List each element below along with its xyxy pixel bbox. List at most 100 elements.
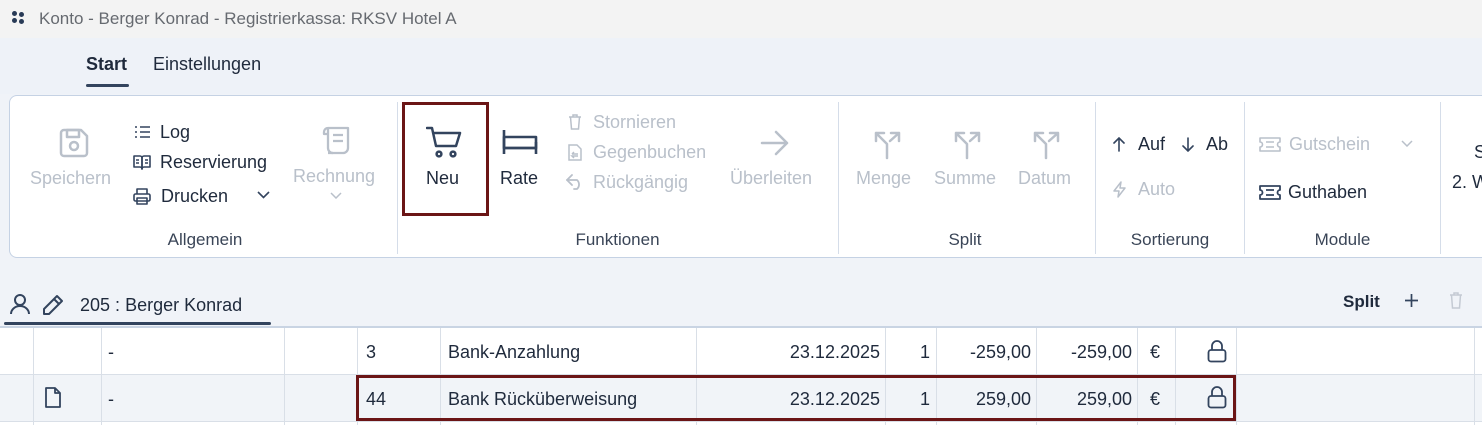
ribbon-separator [1440, 102, 1441, 254]
split-quantity-label: Menge [856, 168, 912, 188]
row-marker: - [108, 389, 114, 409]
column-divider [101, 328, 102, 425]
group-label-module: Module [1314, 230, 1371, 249]
log-label: Log [160, 122, 191, 142]
booking-currency: € [1150, 342, 1161, 362]
cancel-booking-button[interactable]: Stornieren [564, 110, 724, 136]
ticket-icon [1259, 136, 1281, 153]
split-button[interactable]: Split [1343, 292, 1380, 312]
booking-total: -259,00 [1070, 342, 1132, 362]
trash-icon[interactable] [1449, 292, 1463, 309]
group-label-funktionen: Funktionen [575, 230, 660, 249]
arrow-down-icon [1181, 137, 1195, 152]
column-divider [284, 328, 285, 425]
guest-name: Berger Konrad [125, 295, 243, 315]
group-label-allgemein: Allgemein [167, 230, 243, 249]
chevron-down-icon [257, 191, 270, 199]
ribbon-separator [838, 102, 839, 254]
invoice-label: Rechnung [293, 166, 376, 186]
tab-einstellungen[interactable]: Einstellungen [153, 54, 261, 75]
credit-label: Guthaben [1288, 182, 1368, 202]
rate-button[interactable]: Rate [496, 118, 546, 198]
overflow-label[interactable]: 2. W [1452, 172, 1482, 193]
cancel-booking-label: Stornieren [593, 112, 677, 132]
column-divider [1236, 328, 1237, 425]
chevron-down-icon [330, 192, 342, 199]
app-icon [12, 11, 26, 25]
active-account-indicator [4, 322, 271, 325]
group-label-split: Split [948, 230, 982, 249]
column-divider [33, 328, 34, 425]
document-swap-icon [567, 144, 583, 161]
booking-quantity: 1 [919, 342, 930, 362]
sort-descending-button[interactable]: Ab [1180, 132, 1235, 158]
account-title: 205 : Berger Konrad [80, 295, 242, 316]
sort-auto-label: Auto [1138, 179, 1176, 199]
printer-icon [133, 188, 151, 205]
split-quantity-button[interactable]: Menge [856, 118, 921, 198]
sort-ascending-label: Auf [1138, 134, 1166, 154]
reservation-label: Reservierung [160, 152, 268, 172]
undo-label: Rückgängig [593, 172, 689, 192]
booking-description: Bank-Anzahlung [448, 342, 581, 362]
booking-number: 3 [366, 342, 377, 362]
ribbon-separator [397, 102, 398, 254]
undo-icon [566, 174, 584, 190]
reservation-button[interactable]: Reservierung [132, 150, 292, 176]
column-divider [1474, 328, 1475, 425]
book-icon [133, 154, 151, 171]
voucher-dropdown[interactable]: Gutschein [1258, 132, 1418, 158]
save-button[interactable]: Speichern [30, 118, 120, 198]
split-date-label: Datum [1018, 168, 1072, 188]
scroll-icon [320, 124, 354, 158]
list-icon [134, 125, 151, 140]
arrow-right-icon [760, 130, 790, 156]
document-icon[interactable] [44, 386, 62, 409]
overflow-label-top: S [1474, 142, 1482, 162]
row-divider [0, 421, 1482, 422]
transfer-label: Überleiten [730, 168, 813, 188]
sort-descending-label: Ab [1206, 134, 1229, 154]
log-button[interactable]: Log [132, 120, 292, 146]
row-marker: - [108, 342, 114, 362]
transfer-button[interactable]: Überleiten [730, 118, 825, 198]
save-label: Speichern [30, 168, 112, 188]
group-label-sortierung: Sortierung [1130, 230, 1210, 249]
invoice-button[interactable]: Rechnung [293, 118, 383, 208]
split-date-button[interactable]: Datum [1018, 118, 1078, 198]
ribbon-separator [1244, 102, 1245, 254]
credit-button[interactable]: Guthaben [1258, 180, 1388, 206]
trash-icon [568, 114, 582, 130]
split-sum-button[interactable]: Summe [934, 118, 1004, 198]
print-dropdown[interactable]: Drucken [132, 184, 277, 210]
window-title: Konto - Berger Konrad - Registrierkassa:… [39, 9, 457, 28]
counter-booking-label: Gegenbuchen [593, 142, 707, 162]
arrow-up-icon [1112, 137, 1126, 152]
counter-booking-button[interactable]: Gegenbuchen [564, 140, 724, 166]
split-icon [950, 126, 984, 160]
sort-auto-button[interactable]: Auto [1110, 177, 1190, 203]
split-sum-label: Summe [934, 168, 997, 188]
print-label: Drucken [161, 186, 229, 206]
lightning-icon [1112, 181, 1127, 198]
split-icon [1029, 126, 1063, 160]
tab-start[interactable]: Start [86, 54, 127, 75]
lock-icon [1207, 340, 1227, 363]
active-tab-indicator [86, 84, 129, 87]
booking-date: 23.12.2025 [789, 342, 880, 362]
pencil-icon[interactable] [42, 294, 64, 316]
voucher-label: Gutschein [1289, 134, 1371, 154]
bed-icon [502, 126, 538, 156]
ribbon-separator [1095, 102, 1096, 254]
ticket-icon [1259, 184, 1281, 201]
neu-highlight-frame [402, 102, 489, 216]
sort-ascending-button[interactable]: Auf [1110, 132, 1170, 158]
row-highlight-frame [356, 375, 1236, 421]
undo-button[interactable]: Rückgängig [564, 170, 724, 196]
user-icon [10, 294, 30, 315]
rate-label: Rate [500, 168, 539, 188]
plus-icon[interactable] [1404, 293, 1419, 308]
booking-price: -259,00 [969, 342, 1031, 362]
chevron-down-icon [1401, 140, 1413, 147]
save-icon [57, 126, 91, 160]
